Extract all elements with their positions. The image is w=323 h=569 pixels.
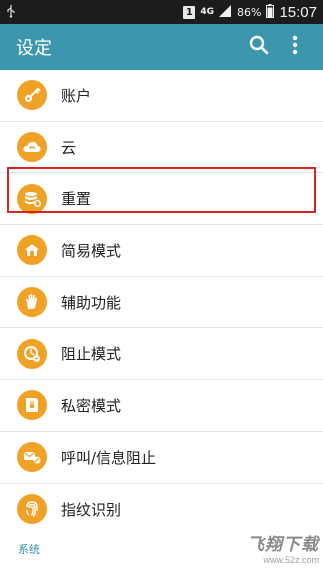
battery-icon (266, 3, 275, 21)
settings-item-label: 指纹识别 (61, 500, 122, 519)
fingerprint-icon (17, 494, 47, 525)
settings-item-label: 重置 (61, 190, 92, 209)
reset-icon (17, 183, 47, 214)
settings-item-label: 辅助功能 (61, 293, 122, 312)
status-bar: 1 4G 86% 15:07 (0, 0, 323, 24)
watermark-title: 飞翔下载 (247, 535, 319, 554)
settings-item-easy-mode[interactable]: 简易模式 (0, 225, 323, 277)
settings-item-fingerprint[interactable]: 指纹识别 (0, 484, 323, 536)
sim-slot-badge: 1 (183, 5, 196, 19)
settings-item-label: 私密模式 (61, 396, 122, 415)
more-vert-icon (292, 35, 298, 59)
settings-item-label: 阻止模式 (61, 345, 122, 364)
signal-icon (219, 4, 232, 20)
settings-item-cloud[interactable]: 云 (0, 122, 323, 174)
clock: 15:07 (279, 3, 317, 21)
settings-item-label: 简易模式 (61, 241, 122, 260)
app-bar: 设定 (0, 24, 323, 70)
block-icon (17, 338, 47, 369)
battery-percent: 86% (237, 5, 262, 19)
section-header-system: 系统 (18, 543, 40, 556)
easy-mode-icon (17, 235, 47, 266)
settings-list: 账户 云 重置 简易模式 辅助功能 阻止模式 私密模式 呼叫/信息阻止 指纹识别 (0, 70, 323, 535)
settings-item-call-message-blocking[interactable]: 呼叫/信息阻止 (0, 432, 323, 484)
search-icon (249, 35, 269, 59)
page-title: 设定 (16, 38, 52, 59)
call-block-icon (17, 442, 47, 473)
private-icon (17, 390, 47, 421)
search-button[interactable] (241, 24, 277, 70)
network-type-label: 4G (200, 6, 214, 17)
settings-item-label: 云 (61, 138, 77, 157)
settings-item-label: 账户 (61, 86, 92, 105)
watermark: 飞翔下载 www.52z.com (247, 530, 319, 565)
hand-icon (17, 287, 47, 318)
settings-item-private-mode[interactable]: 私密模式 (0, 380, 323, 432)
usb-icon (6, 4, 16, 21)
watermark-url: www.52z.com (263, 555, 319, 565)
settings-item-label: 呼叫/信息阻止 (61, 448, 157, 467)
cloud-icon (17, 132, 47, 163)
settings-item-blocking-mode[interactable]: 阻止模式 (0, 328, 323, 381)
settings-item-accounts[interactable]: 账户 (0, 70, 323, 122)
key-icon (17, 80, 47, 111)
more-options-button[interactable] (277, 24, 313, 70)
settings-item-accessibility[interactable]: 辅助功能 (0, 277, 323, 329)
settings-item-reset[interactable]: 重置 (0, 173, 323, 226)
